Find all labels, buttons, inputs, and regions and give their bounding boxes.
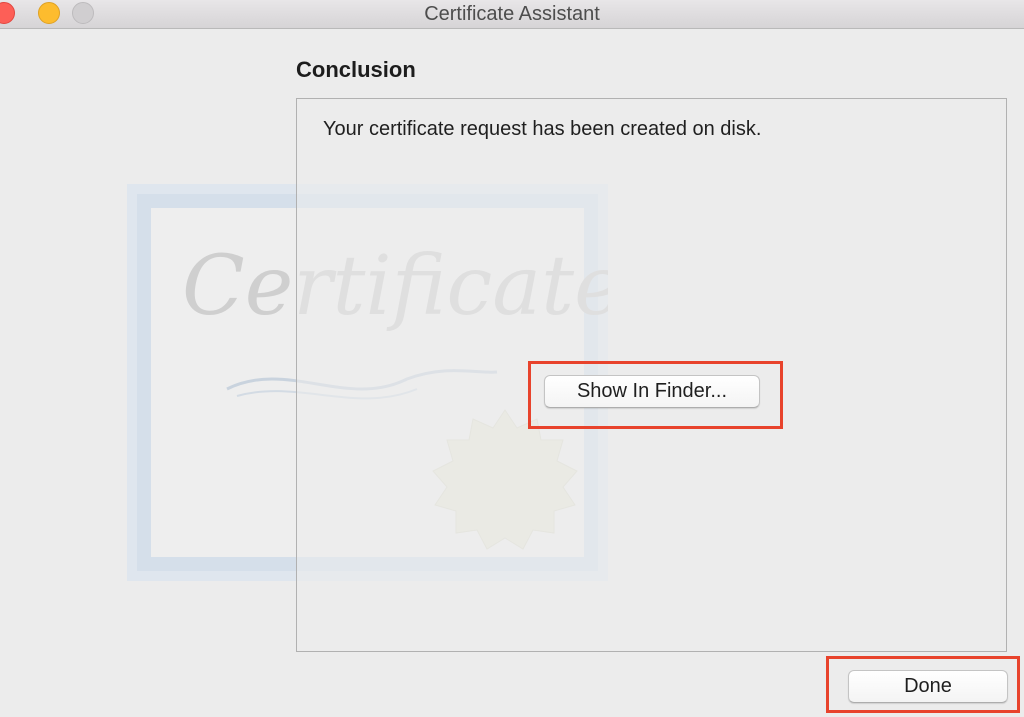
show-in-finder-button[interactable]: Show In Finder... bbox=[544, 375, 760, 408]
page-title: Conclusion bbox=[296, 57, 416, 82]
status-message: Your certificate request has been create… bbox=[323, 118, 762, 140]
done-button[interactable]: Done bbox=[848, 670, 1008, 703]
certificate-assistant-window: Certificate Assistant Conclusion Certifi… bbox=[0, 0, 1024, 717]
title-bar[interactable]: Certificate Assistant bbox=[0, 0, 1024, 29]
window-title: Certificate Assistant bbox=[424, 3, 600, 25]
